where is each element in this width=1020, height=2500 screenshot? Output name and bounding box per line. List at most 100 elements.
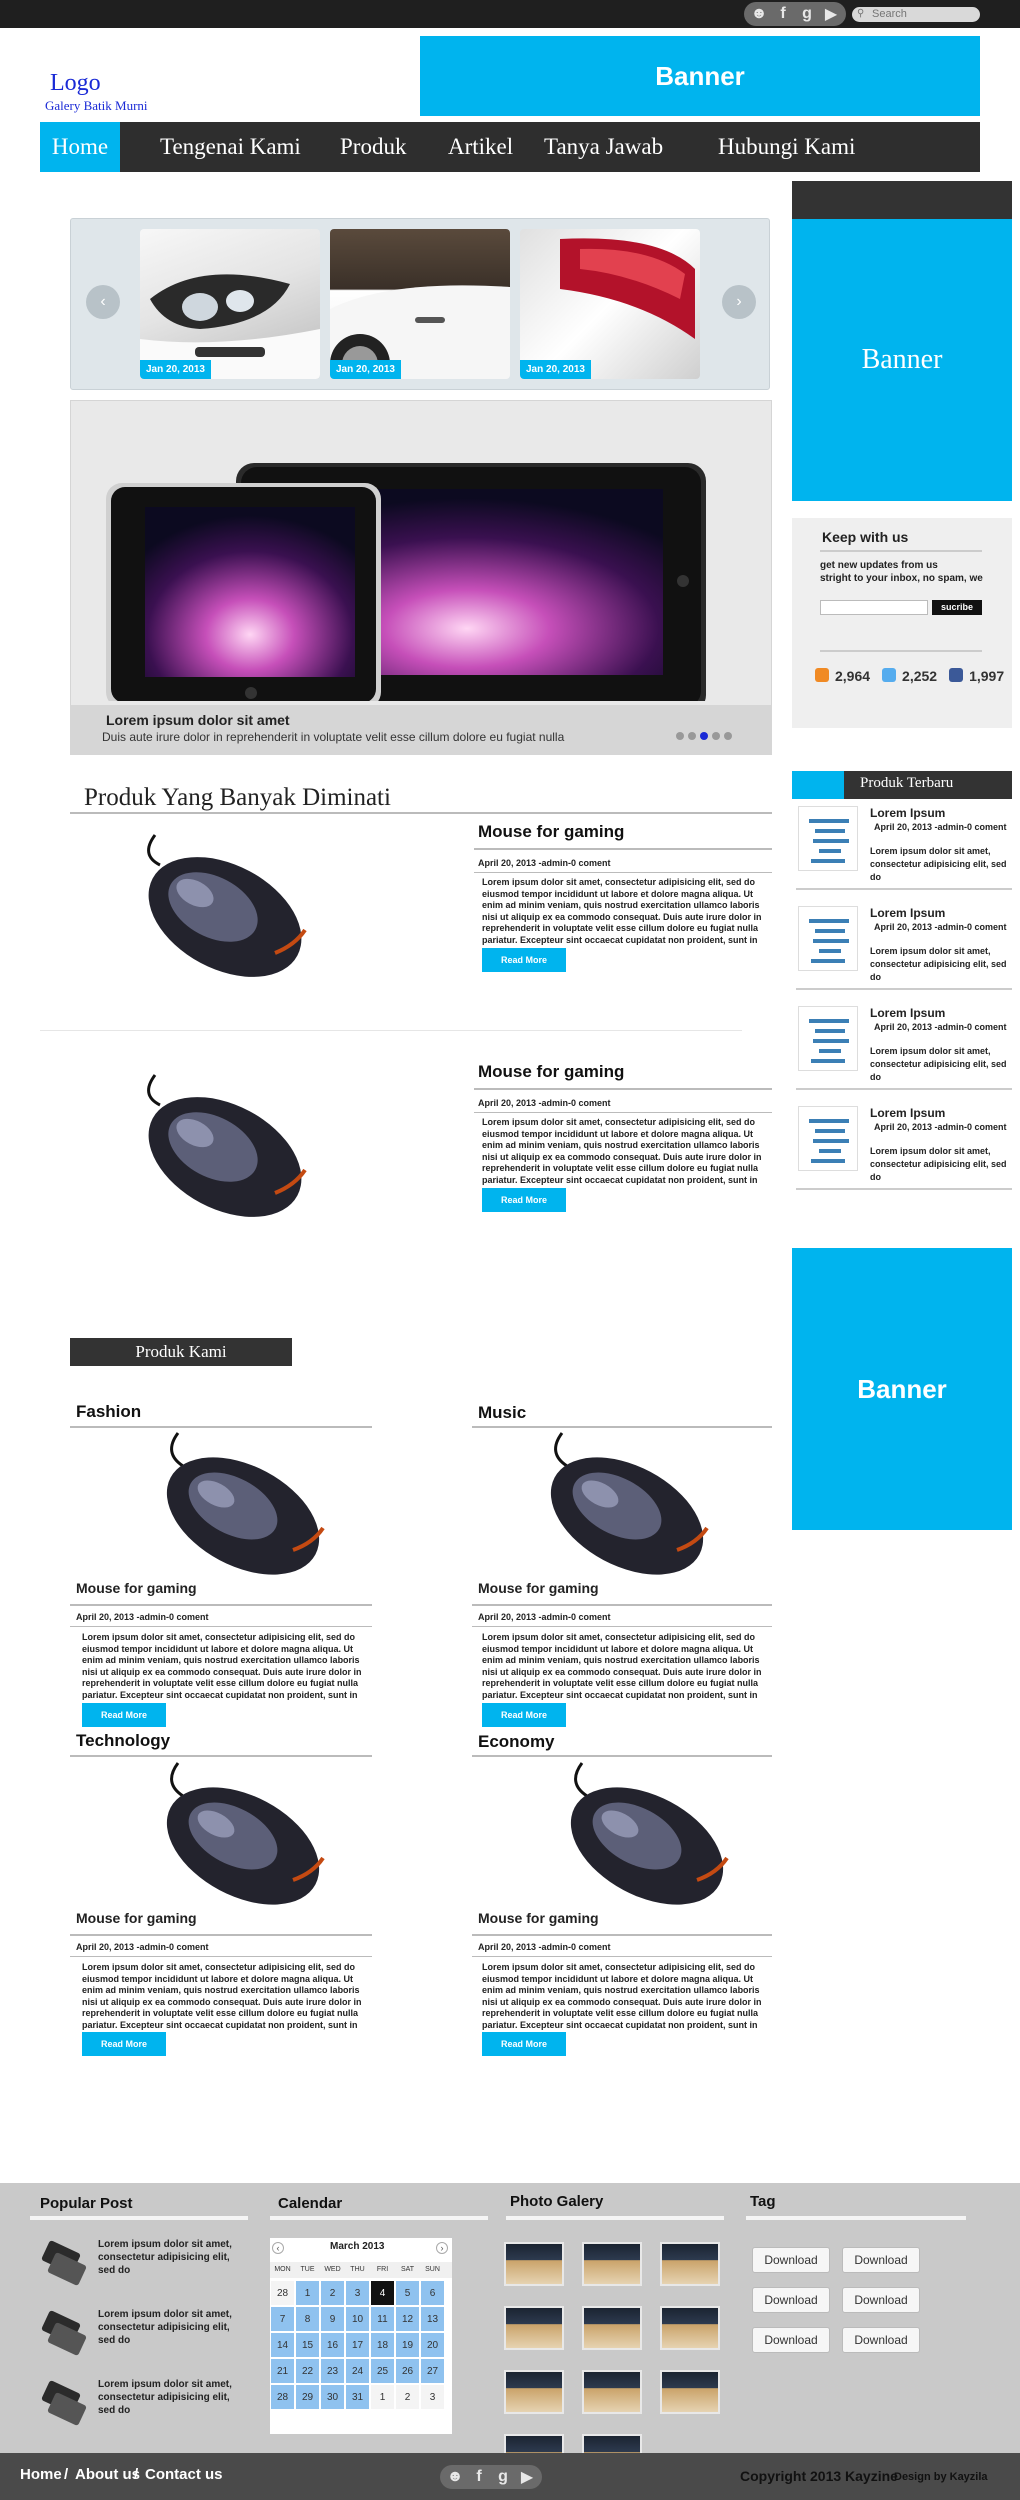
popular-post-thumb[interactable]	[38, 2306, 90, 2358]
slider-thumb-taillight[interactable]: Jan 20, 2013	[520, 229, 700, 379]
googleplus-icon[interactable]: g	[494, 2468, 512, 2486]
category-fashion[interactable]: Fashion	[76, 1402, 141, 1422]
calendar-day[interactable]: 2	[395, 2384, 420, 2410]
calendar-day[interactable]: 28	[270, 2384, 295, 2410]
footer-link-contact[interactable]: Contact us	[145, 2466, 223, 2483]
calendar-day[interactable]: 4	[370, 2280, 395, 2306]
gallery-photo[interactable]	[660, 2370, 720, 2414]
tag-download[interactable]: Download	[842, 2247, 920, 2273]
calendar-day[interactable]: 29	[295, 2384, 320, 2410]
read-more-button[interactable]: Read More	[482, 2032, 566, 2056]
subscribe-button[interactable]: sucribe	[932, 600, 982, 615]
googleplus-icon[interactable]: g	[798, 5, 816, 23]
terbaru-thumb[interactable]	[798, 1006, 858, 1071]
calendar-day[interactable]: 8	[295, 2306, 320, 2332]
gallery-photo[interactable]	[582, 2242, 642, 2286]
popular-post-text[interactable]: Lorem ipsum dolor sit amet, consectetur …	[98, 2308, 248, 2347]
slide-dot[interactable]	[676, 732, 684, 740]
people-icon[interactable]: ☻	[446, 2468, 464, 2486]
read-more-button[interactable]: Read More	[482, 1188, 566, 1212]
slide-dot[interactable]	[724, 732, 732, 740]
calendar-day[interactable]: 1	[370, 2384, 395, 2410]
tag-download[interactable]: Download	[842, 2327, 920, 2353]
calendar-day[interactable]: 21	[270, 2358, 295, 2384]
gallery-photo[interactable]	[504, 2242, 564, 2286]
nav-produk[interactable]: Produk	[340, 122, 406, 172]
nav-tanya-jawab[interactable]: Tanya Jawab	[544, 122, 663, 172]
calendar-day[interactable]: 14	[270, 2332, 295, 2358]
tag-download[interactable]: Download	[752, 2247, 830, 2273]
calendar-day[interactable]: 20	[420, 2332, 445, 2358]
calendar-day[interactable]: 13	[420, 2306, 445, 2332]
terbaru-title[interactable]: Lorem Ipsum	[870, 1106, 945, 1120]
play-icon[interactable]: ▶	[518, 2467, 536, 2487]
product-title[interactable]: Mouse for gaming	[478, 822, 624, 842]
facebook-icon[interactable]	[949, 668, 964, 682]
gallery-photo[interactable]	[660, 2306, 720, 2350]
calendar-day[interactable]: 3	[345, 2280, 370, 2306]
popular-post-thumb[interactable]	[38, 2236, 90, 2288]
tag-download[interactable]: Download	[842, 2287, 920, 2313]
terbaru-title[interactable]: Lorem Ipsum	[870, 906, 945, 920]
slide-dot-active[interactable]	[700, 732, 708, 740]
popular-post-thumb[interactable]	[38, 2376, 90, 2428]
calendar-day[interactable]: 12	[395, 2306, 420, 2332]
facebook-icon[interactable]: f	[774, 5, 792, 23]
terbaru-thumb[interactable]	[798, 806, 858, 871]
slide-dot[interactable]	[712, 732, 720, 740]
tag-download[interactable]: Download	[752, 2287, 830, 2313]
calendar-day[interactable]: 18	[370, 2332, 395, 2358]
logo[interactable]: Logo	[50, 70, 101, 97]
calendar-day[interactable]: 16	[320, 2332, 345, 2358]
product-title[interactable]: Mouse for gaming	[478, 1580, 599, 1596]
search-input[interactable]	[852, 7, 980, 22]
read-more-button[interactable]: Read More	[482, 1703, 566, 1727]
read-more-button[interactable]: Read More	[82, 2032, 166, 2056]
calendar-day[interactable]: 23	[320, 2358, 345, 2384]
calendar-day[interactable]: 9	[320, 2306, 345, 2332]
facebook-icon[interactable]: f	[470, 2468, 488, 2486]
calendar-day[interactable]: 17	[345, 2332, 370, 2358]
category-technology[interactable]: Technology	[76, 1731, 170, 1751]
read-more-button[interactable]: Read More	[482, 948, 566, 972]
calendar-day[interactable]: 31	[345, 2384, 370, 2410]
calendar-day[interactable]: 11	[370, 2306, 395, 2332]
calendar-day[interactable]: 30	[320, 2384, 345, 2410]
calendar-day[interactable]: 7	[270, 2306, 295, 2332]
calendar-day[interactable]: 27	[420, 2358, 445, 2384]
footer-link-home[interactable]: Home	[20, 2466, 62, 2483]
product-image[interactable]	[135, 1065, 315, 1230]
top-banner[interactable]: Banner	[420, 36, 980, 116]
sidebar-banner[interactable]: Banner	[792, 219, 1012, 501]
calendar-day[interactable]: 25	[370, 2358, 395, 2384]
calendar-day[interactable]: 5	[395, 2280, 420, 2306]
sidebar-banner-2[interactable]: Banner	[792, 1248, 1012, 1530]
calendar-day[interactable]: 10	[345, 2306, 370, 2332]
nav-hubungi-kami[interactable]: Hubungi Kami	[718, 122, 855, 172]
product-image[interactable]	[148, 1428, 338, 1583]
terbaru-thumb[interactable]	[798, 906, 858, 971]
calendar-prev-icon[interactable]: ‹	[272, 2242, 284, 2254]
gallery-photo[interactable]	[660, 2242, 720, 2286]
twitter-icon[interactable]	[882, 668, 897, 682]
popular-post-text[interactable]: Lorem ipsum dolor sit amet, consectetur …	[98, 2238, 248, 2277]
footer-link-about[interactable]: About us	[75, 2466, 140, 2483]
slide-dot[interactable]	[688, 732, 696, 740]
email-field[interactable]	[820, 600, 928, 615]
popular-post-text[interactable]: Lorem ipsum dolor sit amet, consectetur …	[98, 2378, 248, 2417]
terbaru-title[interactable]: Lorem Ipsum	[870, 1006, 945, 1020]
product-title[interactable]: Mouse for gaming	[478, 1910, 599, 1926]
category-music[interactable]: Music	[478, 1403, 526, 1423]
product-image[interactable]	[135, 825, 315, 990]
gallery-photo[interactable]	[504, 2370, 564, 2414]
slider-prev-button[interactable]: ‹	[86, 285, 120, 319]
category-economy[interactable]: Economy	[478, 1732, 555, 1752]
calendar-day[interactable]: 3	[420, 2384, 445, 2410]
terbaru-title[interactable]: Lorem Ipsum	[870, 806, 945, 820]
calendar-day[interactable]: 22	[295, 2358, 320, 2384]
gallery-photo[interactable]	[582, 2306, 642, 2350]
slider-thumb-car-side[interactable]: Jan 20, 2013	[330, 229, 510, 379]
calendar-day[interactable]: 6	[420, 2280, 445, 2306]
calendar-day[interactable]: 28	[270, 2280, 295, 2306]
calendar-next-icon[interactable]: ›	[436, 2242, 448, 2254]
